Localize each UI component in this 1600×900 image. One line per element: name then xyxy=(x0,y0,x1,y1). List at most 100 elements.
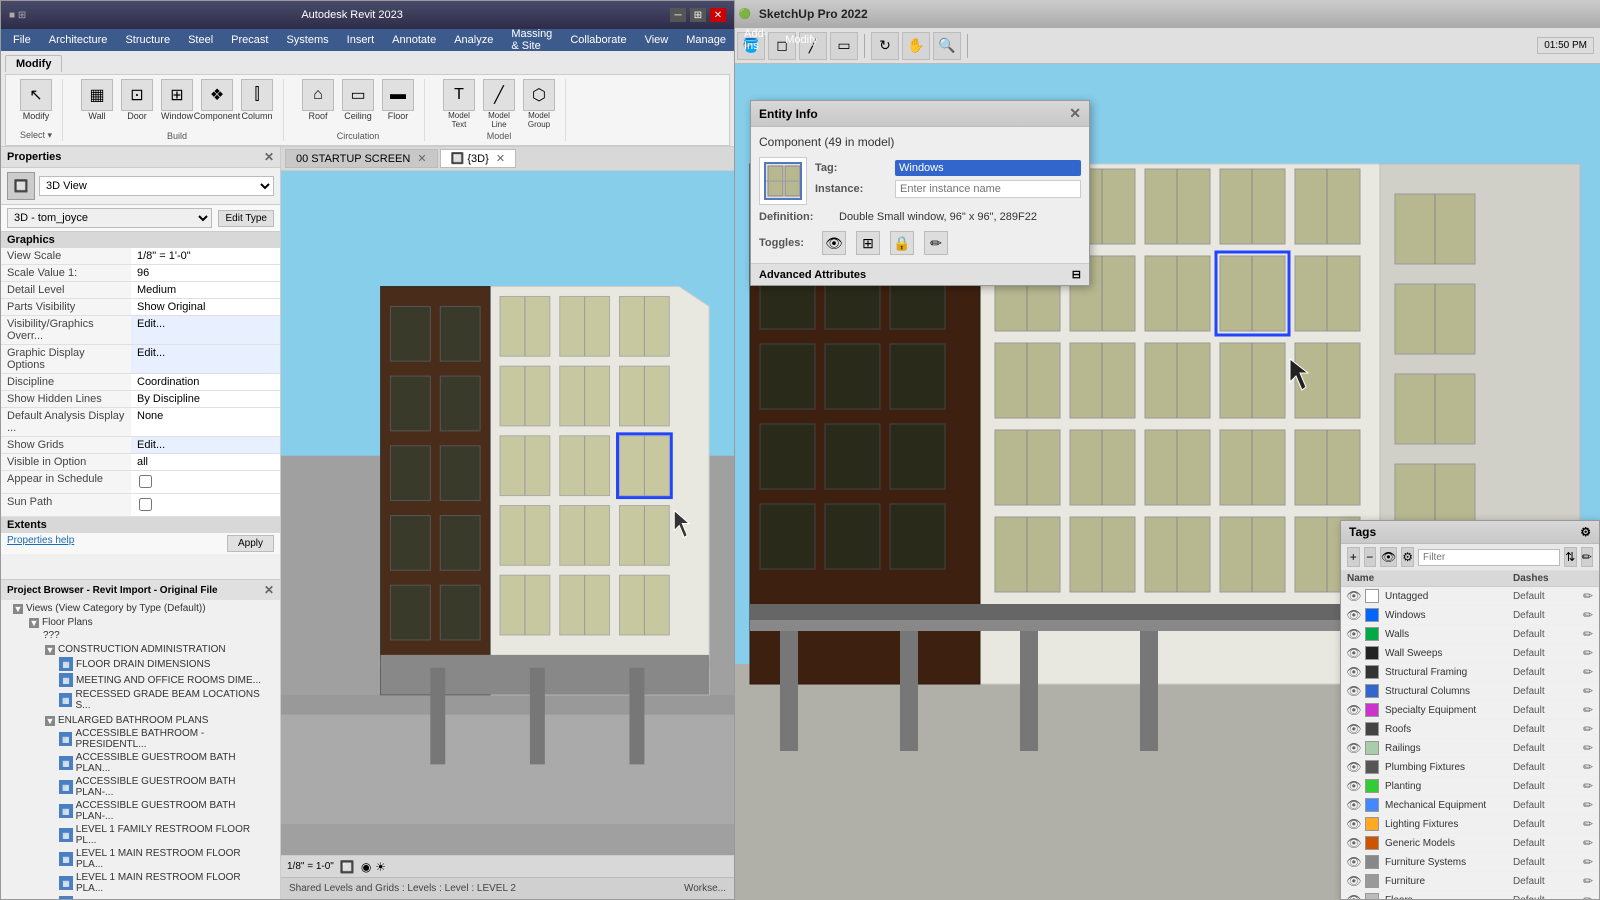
tag-edit-icon[interactable]: ✏ xyxy=(1583,646,1593,660)
tag-row[interactable]: 👁 Windows Default ✏ xyxy=(1341,606,1599,625)
tag-edit-icon[interactable]: ✏ xyxy=(1583,608,1593,622)
sk-pan-tool[interactable]: ✋ xyxy=(902,32,930,60)
menu-massing[interactable]: Massing & Site xyxy=(503,26,560,54)
list-item[interactable]: ▦ RECESSED GRADE BEAM LOCATIONS S... xyxy=(53,688,276,712)
menu-collaborate[interactable]: Collaborate xyxy=(562,32,634,48)
menu-addins[interactable]: Add-Ins xyxy=(736,26,775,54)
list-item[interactable]: ▦ LEVEL 1 MAIN RESTROOM FLOOR PLA... xyxy=(53,847,276,871)
view-name-dropdown[interactable]: 3D - tom_joyce xyxy=(7,208,212,228)
prop-value-vgover[interactable]: Edit... xyxy=(131,316,280,344)
menu-analyze[interactable]: Analyze xyxy=(446,32,501,48)
tags-add-button[interactable]: + xyxy=(1347,547,1360,567)
tag-edit-icon[interactable]: ✏ xyxy=(1583,874,1593,888)
toggle-hidden[interactable]: ✏ xyxy=(924,231,948,255)
edit-type-button[interactable]: Edit Type xyxy=(218,210,274,227)
view-type-dropdown[interactable]: 3D View xyxy=(39,176,274,196)
prop-value-graphicdisplay[interactable]: Edit... xyxy=(131,345,280,373)
tree-enlarged-bathroom[interactable]: ▼ ENLARGED BATHROOM PLANS ▦ ACCESSIBLE B… xyxy=(37,713,276,899)
tag-visibility-icon[interactable]: 👁 xyxy=(1347,874,1361,888)
views-toggle[interactable]: ▼ xyxy=(13,604,23,614)
tag-visibility-icon[interactable]: 👁 xyxy=(1347,646,1361,660)
entity-info-close[interactable]: ✕ xyxy=(1069,105,1081,122)
model-line-tool[interactable]: ╱ Model Line xyxy=(481,79,517,129)
sk-zoom-tool[interactable]: 🔍 xyxy=(933,32,961,60)
modify-tool[interactable]: ↖ Modify xyxy=(18,79,54,121)
menu-manage[interactable]: Manage xyxy=(678,32,734,48)
tag-visibility-icon[interactable]: 👁 xyxy=(1347,855,1361,869)
view-toolbar-icon-2[interactable]: ◉ xyxy=(361,860,371,874)
tag-edit-icon[interactable]: ✏ xyxy=(1583,684,1593,698)
tags-settings-button[interactable]: ⚙ xyxy=(1401,547,1414,567)
tag-edit-icon[interactable]: ✏ xyxy=(1583,855,1593,869)
tags-eye-button[interactable]: 👁 xyxy=(1380,547,1397,567)
tag-visibility-icon[interactable]: 👁 xyxy=(1347,665,1361,679)
tag-visibility-icon[interactable]: 👁 xyxy=(1347,893,1361,899)
tags-sort-button[interactable]: ⇅ xyxy=(1564,547,1577,567)
menu-file[interactable]: File xyxy=(5,32,39,48)
tag-visibility-icon[interactable]: 👁 xyxy=(1347,760,1361,774)
tab-3d[interactable]: 🔲 {3D} ✕ xyxy=(440,149,516,168)
tags-edit-button[interactable]: ✏ xyxy=(1581,547,1594,567)
tag-visibility-icon[interactable]: 👁 xyxy=(1347,589,1361,603)
component-tool[interactable]: ❖ Component xyxy=(199,79,235,121)
menu-modify[interactable]: Modify xyxy=(777,32,825,48)
tag-color-swatch[interactable] xyxy=(1365,684,1379,698)
prop-value-showgrids[interactable]: Edit... xyxy=(131,437,280,453)
tag-color-swatch[interactable] xyxy=(1365,608,1379,622)
tag-color-swatch[interactable] xyxy=(1365,741,1379,755)
tag-visibility-icon[interactable]: 👁 xyxy=(1347,779,1361,793)
maximize-button[interactable]: ⊞ xyxy=(690,8,706,22)
tag-color-swatch[interactable] xyxy=(1365,855,1379,869)
menu-insert[interactable]: Insert xyxy=(339,32,383,48)
tag-row[interactable]: 👁 Railings Default ✏ xyxy=(1341,739,1599,758)
tag-color-swatch[interactable] xyxy=(1365,836,1379,850)
tag-color-swatch[interactable] xyxy=(1365,665,1379,679)
properties-close-button[interactable]: ✕ xyxy=(264,150,274,164)
startup-tab-close[interactable]: ✕ xyxy=(417,153,426,165)
floor-plans-toggle[interactable]: ▼ xyxy=(29,618,39,628)
ceiling-tool[interactable]: ▭ Ceiling xyxy=(340,79,376,121)
tag-edit-icon[interactable]: ✏ xyxy=(1583,627,1593,641)
door-tool[interactable]: ⊡ Door xyxy=(119,79,155,121)
tag-visibility-icon[interactable]: 👁 xyxy=(1347,608,1361,622)
list-item[interactable]: ▦ FLOOR DRAIN DIMENSIONS xyxy=(53,656,276,672)
menu-architecture[interactable]: Architecture xyxy=(41,32,116,48)
sunpath-checkbox[interactable] xyxy=(139,498,152,511)
tag-row[interactable]: 👁 Structural Framing Default ✏ xyxy=(1341,663,1599,682)
tag-color-swatch[interactable] xyxy=(1365,874,1379,888)
tag-color-swatch[interactable] xyxy=(1365,760,1379,774)
tag-visibility-icon[interactable]: 👁 xyxy=(1347,798,1361,812)
list-item[interactable]: ??? xyxy=(37,629,276,642)
tag-row[interactable]: 👁 Floors Default ✏ xyxy=(1341,891,1599,899)
tag-color-swatch[interactable] xyxy=(1365,703,1379,717)
menu-structure[interactable]: Structure xyxy=(117,32,178,48)
tag-row[interactable]: 👁 Walls Default ✏ xyxy=(1341,625,1599,644)
tag-color-swatch[interactable] xyxy=(1365,798,1379,812)
tags-gear-icon[interactable]: ⚙ xyxy=(1580,525,1591,539)
tree-views-root[interactable]: ▼ Views (View Category by Type (Default)… xyxy=(5,601,276,899)
properties-help-link[interactable]: Properties help xyxy=(7,535,74,552)
entity-advanced-row[interactable]: Advanced Attributes ⊟ xyxy=(751,263,1089,285)
menu-view[interactable]: View xyxy=(637,32,677,48)
tag-visibility-icon[interactable]: 👁 xyxy=(1347,817,1361,831)
tag-edit-icon[interactable]: ✏ xyxy=(1583,798,1593,812)
tag-visibility-icon[interactable]: 👁 xyxy=(1347,836,1361,850)
list-item[interactable]: ▦ ACCESSIBLE GUESTROOM BATH PLAN-... xyxy=(53,775,276,799)
tag-color-swatch[interactable] xyxy=(1365,646,1379,660)
project-browser-close[interactable]: ✕ xyxy=(264,583,274,597)
3d-viewport[interactable] xyxy=(281,171,734,855)
tree-floor-plans[interactable]: ▼ Floor Plans ??? ▼ xyxy=(21,615,276,899)
wall-tool[interactable]: ▦ Wall xyxy=(79,79,115,121)
window-tool[interactable]: ⊞ Window xyxy=(159,79,195,121)
apply-button[interactable]: Apply xyxy=(227,535,274,552)
menu-systems[interactable]: Systems xyxy=(278,32,336,48)
tag-visibility-icon[interactable]: 👁 xyxy=(1347,684,1361,698)
tag-visibility-icon[interactable]: 👁 xyxy=(1347,703,1361,717)
tag-edit-icon[interactable]: ✏ xyxy=(1583,836,1593,850)
entity-tag-value[interactable]: Windows xyxy=(895,160,1081,176)
floor-tool[interactable]: ▬ Floor xyxy=(380,79,416,121)
tab-startup[interactable]: 00 STARTUP SCREEN ✕ xyxy=(285,149,438,168)
tag-row[interactable]: 👁 Furniture Default ✏ xyxy=(1341,872,1599,891)
tag-color-swatch[interactable] xyxy=(1365,817,1379,831)
view-toolbar-icon-1[interactable]: 🔲 xyxy=(340,860,355,874)
